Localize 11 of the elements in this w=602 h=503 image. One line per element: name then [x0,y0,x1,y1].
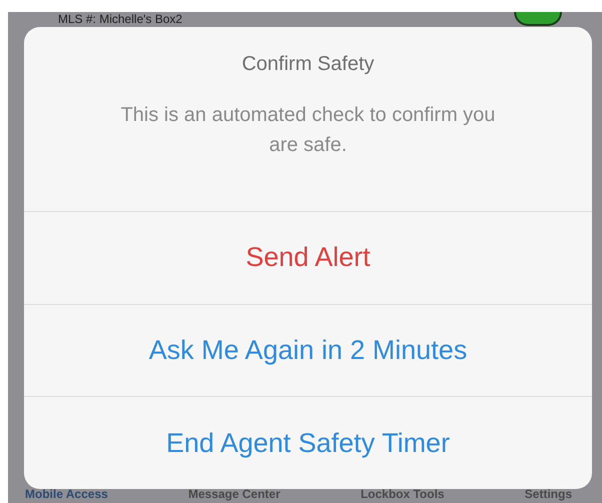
tab-item[interactable]: Lockbox Tools [360,487,444,501]
alert-title: Confirm Safety [242,53,374,76]
alert-action-button[interactable]: End Agent Safety Timer [24,396,592,489]
alert-message: This is an automated check to confirm you are safe. [120,103,496,158]
alert-action-button[interactable]: Send Alert [24,211,592,304]
alert-action-button[interactable]: Ask Me Again in 2 Minutes [24,304,592,396]
tab-item[interactable]: Mobile Access [25,487,108,501]
toggle-switch[interactable] [514,12,562,26]
row-title: MLS #: Michelle's Box2 [58,12,182,26]
tab-item[interactable]: Settings [524,487,572,501]
tab-item[interactable]: Message Center [188,487,280,501]
